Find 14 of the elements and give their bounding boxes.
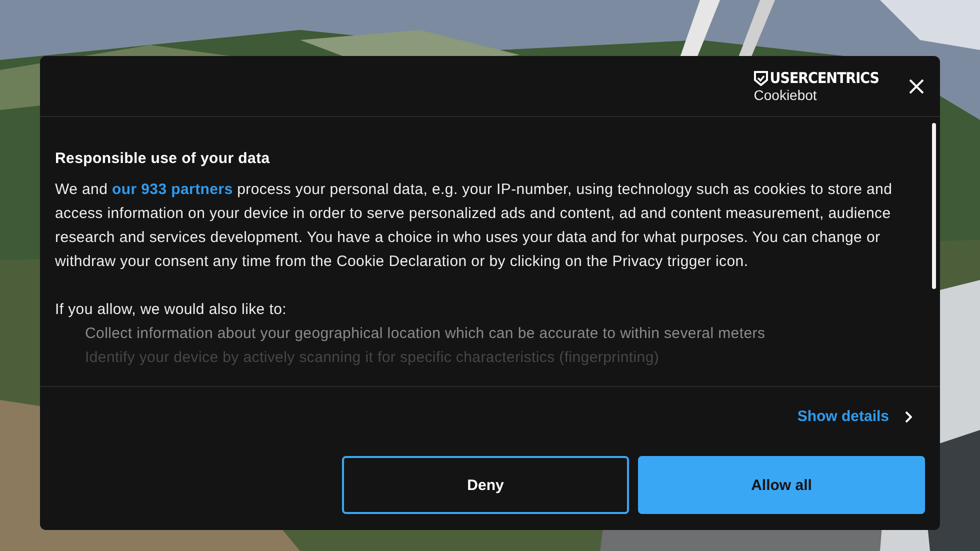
- product-name: Cookiebot: [754, 88, 818, 102]
- dialog-title: Responsible use of your data: [55, 149, 271, 169]
- show-details-link[interactable]: Show details: [797, 408, 912, 425]
- close-icon: [909, 78, 924, 94]
- deny-button[interactable]: Deny: [342, 456, 629, 514]
- scrollbar-thumb[interactable]: [932, 123, 936, 289]
- shield-icon: [754, 70, 768, 86]
- allow-button[interactable]: Allow all: [638, 456, 925, 514]
- purpose-item: Collect information about your geographical location which can be accurate to within several meters: [84, 324, 766, 344]
- chevron-icon: [905, 410, 912, 422]
- consent-text: We and our 933 partners process your personal data, e.g. your IP-number, using technology such as cookies to store and access information on your device in order to serve personalized ads and content, ad and content measurement, audience research and services development. You have a choice in who uses your data and for what purposes. You can change or withdraw your consent any time from the Cookie Declaration or by clicking on the Privacy trigger icon.: [55, 180, 894, 272]
- brand-logo-text: USERCENTRICS: [770, 70, 879, 86]
- partners-link[interactable]: our 933 partners: [112, 181, 233, 198]
- purposes-intro: If you allow, we would also like to:: [55, 300, 288, 320]
